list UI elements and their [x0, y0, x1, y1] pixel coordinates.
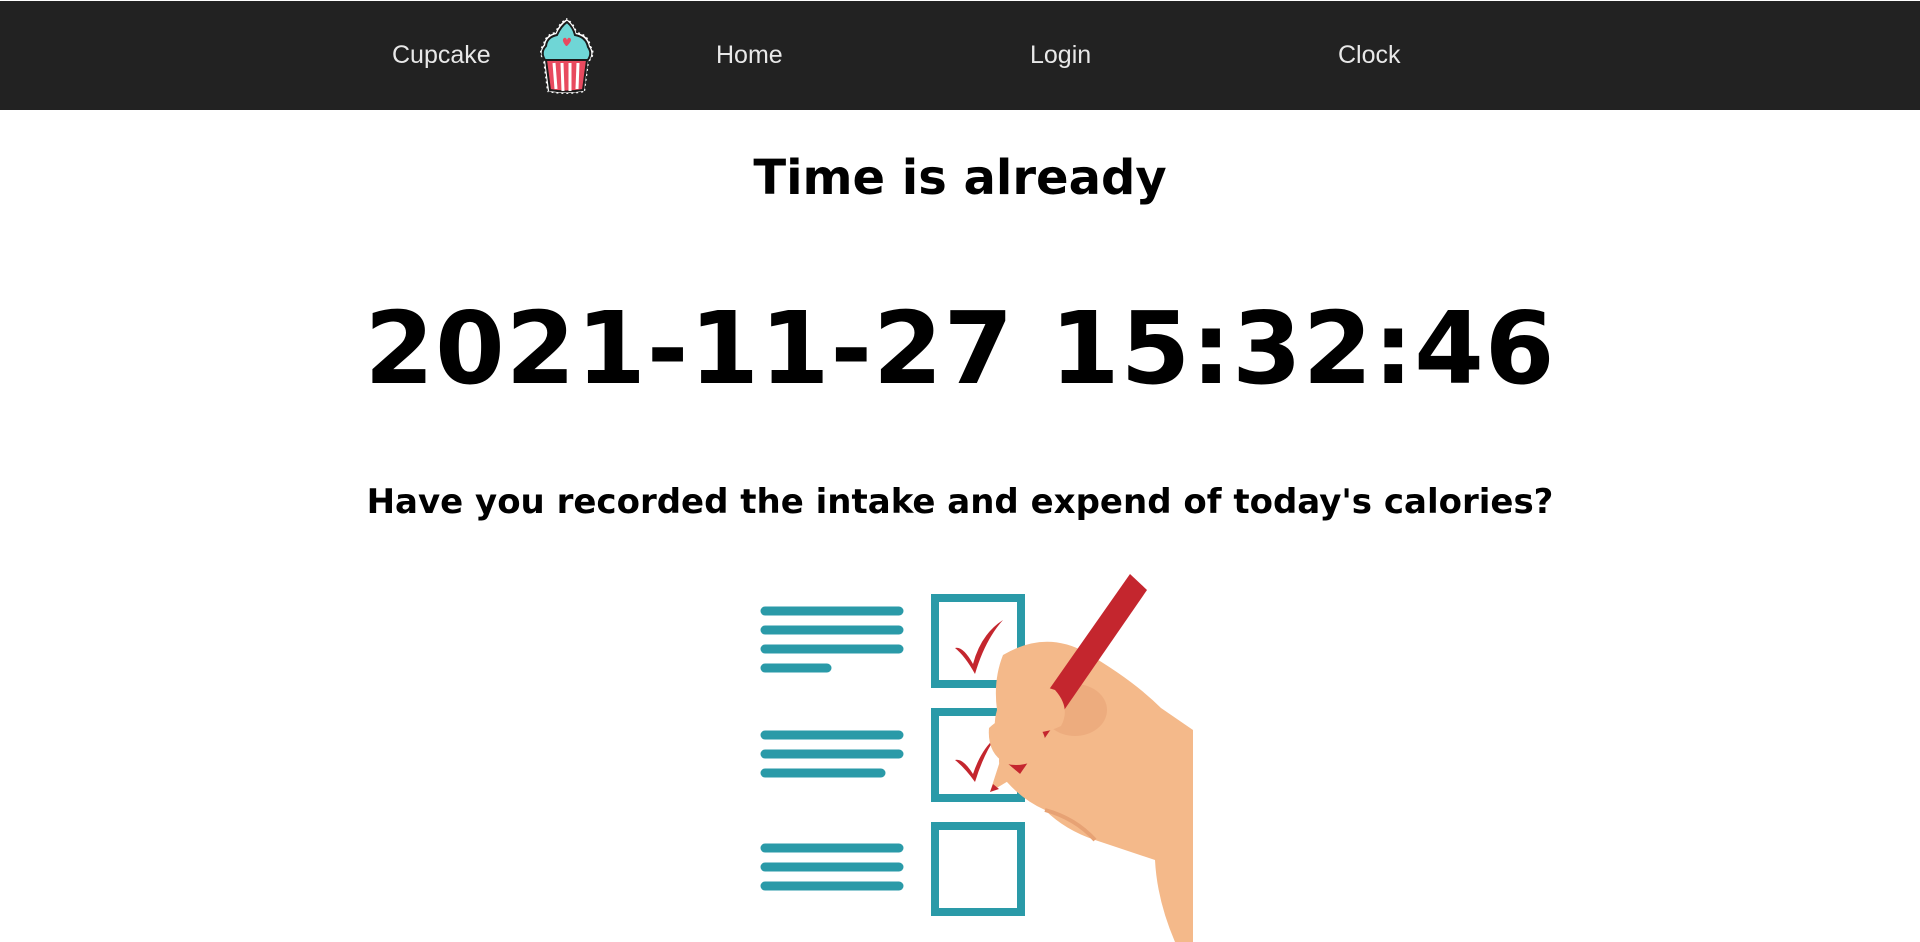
calories-question: Have you recorded the intake and expend … [366, 482, 1554, 522]
page-title: Time is already [753, 150, 1167, 206]
nav-login-link[interactable]: Login [1030, 1, 1091, 110]
brand-link[interactable]: Cupcake [392, 1, 491, 110]
top-navbar: Cupcake Home Login Clock [0, 1, 1920, 110]
current-datetime: 2021-11-27 15:32:46 [364, 290, 1556, 407]
nav-home-link[interactable]: Home [716, 1, 783, 110]
nav-clock-link[interactable]: Clock [1338, 1, 1401, 110]
cupcake-icon[interactable] [533, 16, 599, 96]
checklist-hand-pencil-illustration [745, 560, 1193, 942]
